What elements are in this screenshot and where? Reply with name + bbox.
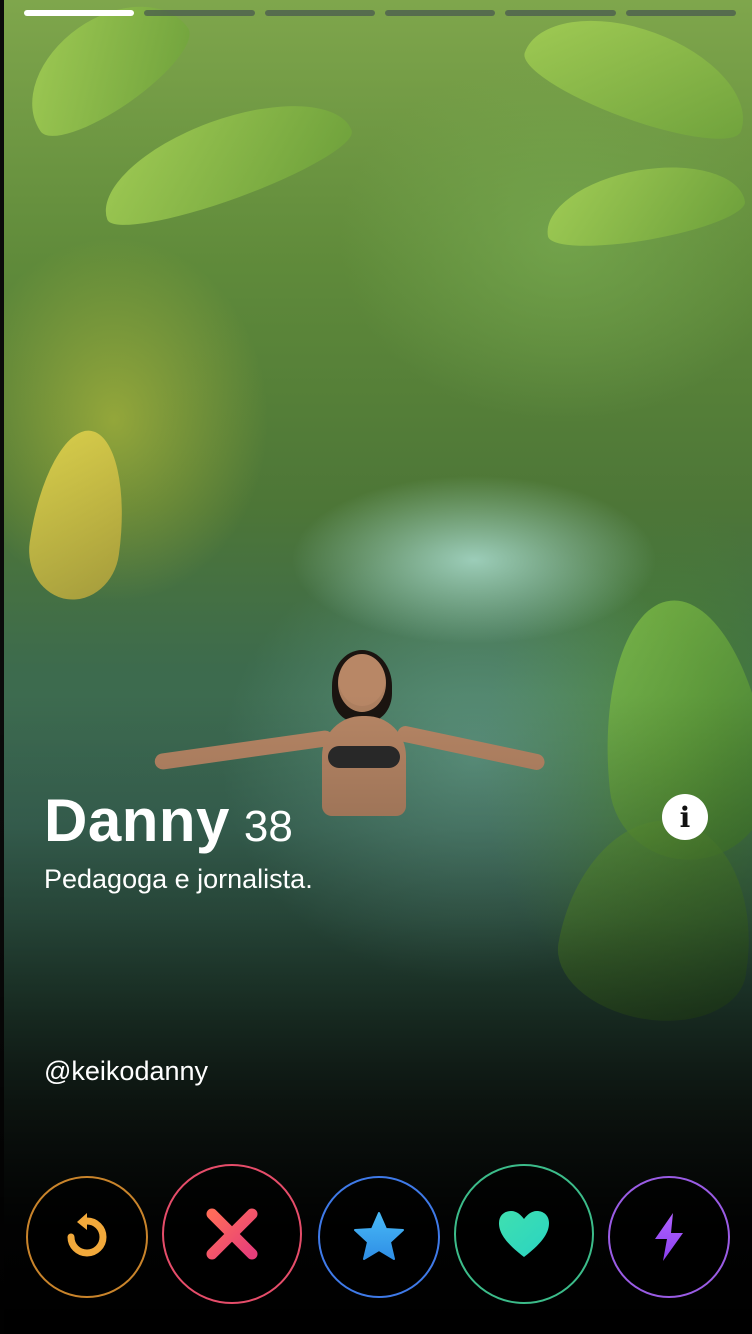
action-bar — [0, 1164, 752, 1304]
profile-header: Danny 38 — [44, 786, 293, 855]
lightning-icon — [655, 1213, 683, 1261]
foliage-leaf — [22, 424, 136, 606]
like-button[interactable] — [454, 1164, 594, 1304]
foliage-leaf — [515, 0, 752, 157]
super-like-button[interactable] — [318, 1176, 440, 1298]
photo-progress-segment[interactable] — [264, 10, 375, 16]
photo-progress-bar — [24, 10, 736, 18]
nope-button[interactable] — [162, 1164, 302, 1304]
boost-button[interactable] — [608, 1176, 730, 1298]
info-button[interactable]: i — [662, 794, 708, 840]
info-icon: i — [679, 800, 691, 834]
rewind-button[interactable] — [26, 1176, 148, 1298]
photo-progress-segment[interactable] — [384, 10, 496, 16]
profile-card[interactable]: Danny 38 i Pedagoga e jornalista. @keiko… — [0, 0, 752, 1334]
photo-progress-segment[interactable] — [144, 10, 255, 16]
profile-name: Danny — [44, 787, 230, 854]
star-icon — [354, 1212, 404, 1260]
foliage-leaf — [4, 0, 204, 154]
profile-bio: Pedagoga e jornalista. — [44, 864, 313, 894]
close-icon — [206, 1208, 258, 1260]
foliage-leaf — [88, 77, 360, 243]
profile-age: 38 — [243, 802, 293, 851]
photo-progress-segment[interactable] — [505, 10, 616, 16]
heart-icon — [499, 1211, 549, 1257]
photo-progress-segment[interactable] — [24, 10, 135, 16]
profile-handle[interactable]: @keikodanny — [44, 1056, 208, 1087]
photo-progress-segment[interactable] — [625, 10, 736, 16]
foliage-leaf — [539, 153, 749, 257]
rewind-icon — [67, 1213, 107, 1257]
